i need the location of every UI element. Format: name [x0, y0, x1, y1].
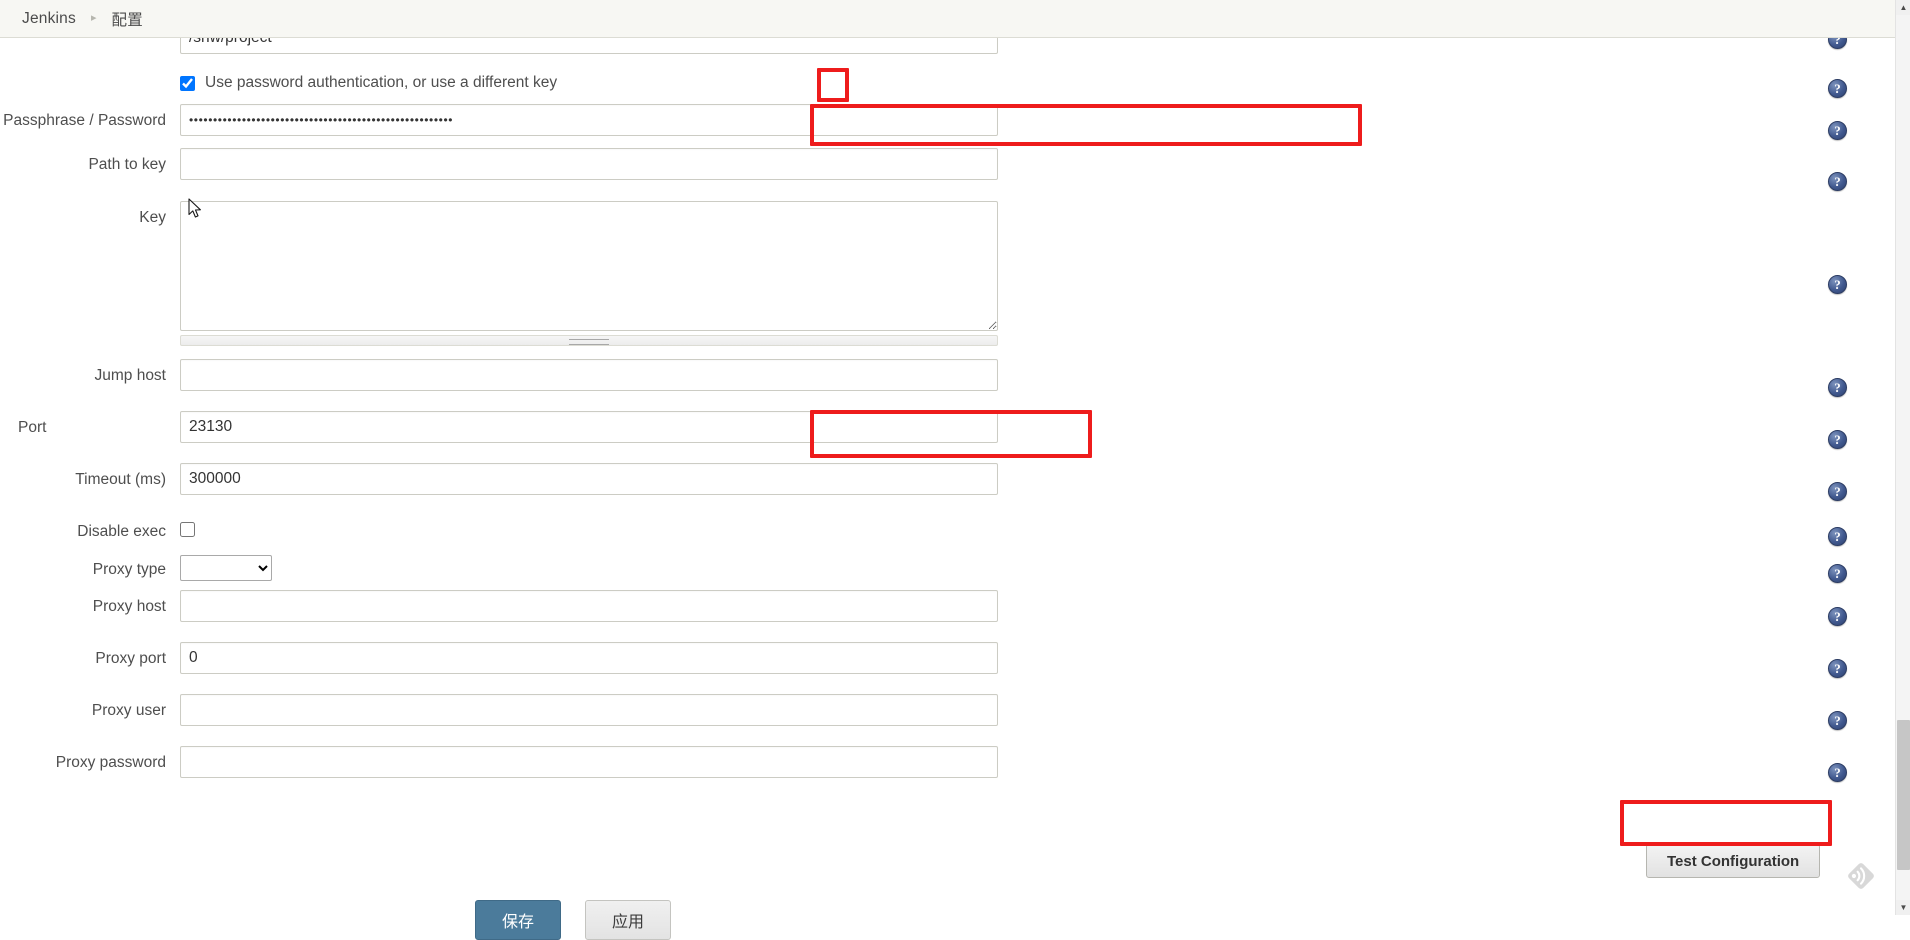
help-icon-proxy-type[interactable]: ?: [1828, 564, 1847, 583]
passphrase-input[interactable]: [180, 104, 998, 136]
apply-button[interactable]: 应用: [585, 900, 671, 940]
help-icon-proxy-port[interactable]: ?: [1828, 659, 1847, 678]
row-key: Key: [0, 201, 1895, 359]
path-to-key-label: Path to key: [0, 148, 180, 174]
row-timeout: Timeout (ms): [0, 463, 1895, 515]
proxy-password-input[interactable]: [180, 746, 998, 778]
breadcrumb: Jenkins ▸ 配置: [0, 0, 1895, 38]
breadcrumb-item-config[interactable]: 配置: [112, 8, 143, 30]
row-proxy-port: Proxy port: [0, 642, 1895, 694]
row-disable-exec: Disable exec: [0, 515, 1895, 553]
disable-exec-checkbox[interactable]: [180, 522, 195, 537]
scrollbar-down-arrow-icon[interactable]: ▼: [1896, 900, 1910, 915]
breadcrumb-separator-icon: ▸: [91, 13, 97, 24]
test-configuration-button[interactable]: Test Configuration: [1646, 844, 1820, 878]
row-proxy-password: Proxy password: [0, 746, 1895, 798]
row-proxy-type: Proxy type HTTPSOCKS4SOCKS5: [0, 553, 1895, 590]
key-textarea-resize-handle[interactable]: [180, 335, 998, 346]
help-icon-use-password-auth[interactable]: ?: [1828, 79, 1847, 98]
help-icon-passphrase[interactable]: ?: [1828, 121, 1847, 140]
help-icon-path-to-key[interactable]: ?: [1828, 172, 1847, 191]
help-icon-proxy-host[interactable]: ?: [1828, 607, 1847, 626]
scrollbar-thumb[interactable]: [1897, 720, 1910, 870]
proxy-port-label: Proxy port: [0, 642, 180, 668]
proxy-host-input[interactable]: [180, 590, 998, 622]
port-label: Port: [0, 411, 180, 437]
jump-host-input[interactable]: [180, 359, 998, 391]
help-icon-proxy-user[interactable]: ?: [1828, 711, 1847, 730]
path-to-key-input[interactable]: [180, 148, 998, 180]
help-icon-port[interactable]: ?: [1828, 430, 1847, 449]
proxy-user-input[interactable]: [180, 694, 998, 726]
page-body: Use password authentication, or use a di…: [0, 38, 1895, 915]
ssh-config-form: Use password authentication, or use a di…: [0, 22, 1895, 798]
save-button[interactable]: 保存: [475, 900, 561, 940]
help-icon-disable-exec[interactable]: ?: [1828, 527, 1847, 546]
vertical-scrollbar[interactable]: ▲ ▼: [1895, 0, 1910, 915]
proxy-type-label: Proxy type: [0, 553, 180, 579]
row-use-password-auth: Use password authentication, or use a di…: [0, 62, 1895, 104]
rss-feed-icon[interactable]: [1844, 859, 1878, 893]
help-icon-timeout[interactable]: ?: [1828, 482, 1847, 501]
proxy-password-label: Proxy password: [0, 746, 180, 772]
timeout-input[interactable]: [180, 463, 998, 495]
proxy-host-label: Proxy host: [0, 590, 180, 616]
proxy-user-label: Proxy user: [0, 694, 180, 720]
disable-exec-label: Disable exec: [0, 515, 180, 541]
key-label: Key: [0, 201, 180, 227]
row-proxy-user: Proxy user: [0, 694, 1895, 746]
key-textarea[interactable]: [180, 201, 998, 331]
passphrase-label: Passphrase / Password: [0, 104, 180, 130]
row-passphrase: Passphrase / Password: [0, 104, 1895, 148]
help-icon-key[interactable]: ?: [1828, 275, 1847, 294]
help-icon-jump-host[interactable]: ?: [1828, 378, 1847, 397]
jump-host-label: Jump host: [0, 359, 180, 385]
proxy-type-select[interactable]: HTTPSOCKS4SOCKS5: [180, 555, 272, 581]
use-password-authentication-label[interactable]: Use password authentication, or use a di…: [205, 74, 557, 92]
row-port: Port: [0, 411, 1895, 463]
scrollbar-up-arrow-icon[interactable]: ▲: [1896, 0, 1910, 15]
row-path-to-key: Path to key: [0, 148, 1895, 201]
help-icon-proxy-password[interactable]: ?: [1828, 763, 1847, 782]
proxy-port-input[interactable]: [180, 642, 998, 674]
timeout-label: Timeout (ms): [0, 463, 180, 489]
row-proxy-host: Proxy host: [0, 590, 1895, 642]
port-input[interactable]: [180, 411, 998, 443]
row-jump-host: Jump host: [0, 359, 1895, 411]
use-password-authentication-checkbox[interactable]: [180, 76, 195, 91]
breadcrumb-item-jenkins[interactable]: Jenkins: [22, 10, 76, 28]
